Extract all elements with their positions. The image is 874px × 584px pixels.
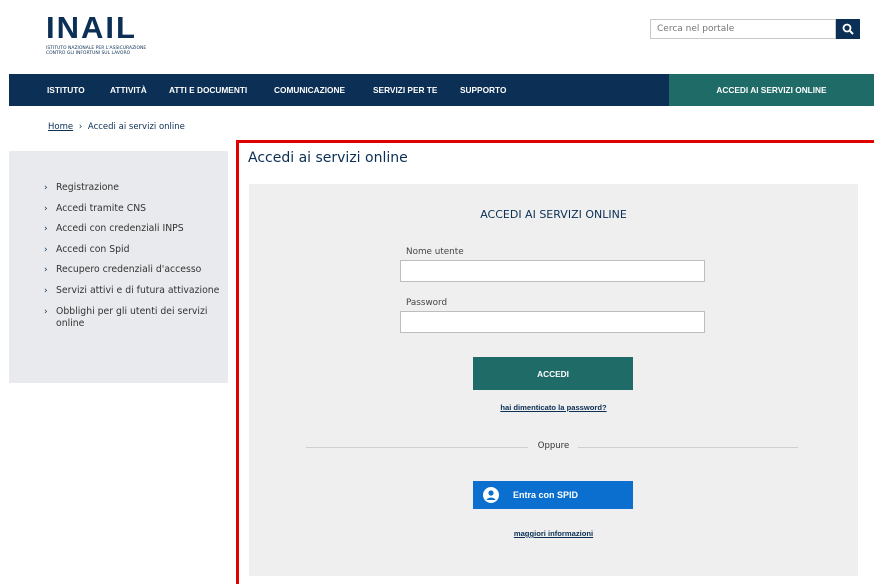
search-button[interactable] bbox=[836, 19, 860, 39]
sidebar-item-label: Recupero credenziali d'accesso bbox=[56, 264, 202, 276]
search-box bbox=[650, 19, 860, 39]
sidebar-item-label: Obblighi per gli utenti dei servizi onli… bbox=[56, 305, 208, 329]
sidebar-item-label: Registrazione bbox=[56, 182, 120, 193]
sidebar-item-registrazione[interactable]: › Registrazione bbox=[44, 182, 224, 194]
nav-item-supporto[interactable]: SUPPORTO bbox=[460, 74, 506, 106]
nav-accedi-servizi-online[interactable]: ACCEDI AI SERVIZI ONLINE bbox=[669, 74, 874, 106]
breadcrumb: Home › Accedi ai servizi online bbox=[48, 122, 185, 132]
spid-button-label: Entra con SPID bbox=[513, 490, 579, 500]
login-panel: ACCEDI AI SERVIZI ONLINE Nome utente Pas… bbox=[249, 184, 858, 576]
sidebar-item-inps[interactable]: › Accedi con credenziali INPS bbox=[44, 223, 224, 235]
nav-item-servizi-per-te[interactable]: SERVIZI PER TE bbox=[373, 74, 437, 106]
sidebar-item-servizi-attivi[interactable]: › Servizi attivi e di futura attivazione bbox=[44, 285, 224, 297]
sidebar-item-cns[interactable]: › Accedi tramite CNS bbox=[44, 203, 224, 215]
chevron-right-icon: › bbox=[44, 285, 48, 296]
page-title: Accedi ai servizi online bbox=[248, 150, 408, 166]
search-icon bbox=[842, 20, 854, 39]
sidebar-item-obblighi[interactable]: › Obblighi per gli utenti dei servizi onl… bbox=[44, 306, 224, 330]
chevron-right-icon: › bbox=[44, 306, 48, 317]
oppure-label: Oppure bbox=[537, 441, 570, 451]
chevron-right-icon: › bbox=[44, 224, 48, 235]
nav-item-attivita[interactable]: ATTIVITÀ bbox=[110, 74, 147, 106]
nav-item-comunicazione[interactable]: COMUNICAZIONE bbox=[274, 74, 345, 106]
chevron-right-icon: › bbox=[44, 244, 48, 255]
nav-item-istituto[interactable]: ISTITUTO bbox=[47, 74, 85, 106]
sidebar: › Registrazione › Accedi tramite CNS › Acce… bbox=[9, 151, 228, 383]
chevron-right-icon: › bbox=[44, 265, 48, 276]
sidebar-item-label: Accedi con Spid bbox=[56, 243, 130, 255]
search-input[interactable] bbox=[650, 19, 836, 39]
username-label: Nome utente bbox=[406, 247, 464, 257]
sidebar-item-label: Accedi con credenziali INPS bbox=[56, 223, 184, 235]
more-info-link[interactable]: maggiori informazioni bbox=[249, 529, 858, 538]
sidebar-item-label: Accedi tramite CNS bbox=[56, 202, 147, 214]
breadcrumb-home-link[interactable]: Home bbox=[48, 122, 73, 132]
spid-login-button[interactable]: Entra con SPID bbox=[473, 481, 633, 509]
password-label: Password bbox=[406, 298, 448, 308]
username-field[interactable] bbox=[400, 260, 705, 282]
chevron-right-icon: › bbox=[44, 203, 48, 214]
forgot-password-link[interactable]: hai dimenticato la password? bbox=[249, 403, 858, 412]
breadcrumb-separator: › bbox=[78, 122, 83, 132]
logo-subtitle: ISTITUTO NAZIONALE PER L'ASSICURAZIONE C… bbox=[46, 46, 147, 56]
panel-title: ACCEDI AI SERVIZI ONLINE bbox=[480, 208, 627, 221]
accedi-button[interactable]: ACCEDI bbox=[473, 357, 633, 390]
sidebar-item-spid[interactable]: › Accedi con Spid bbox=[44, 244, 224, 256]
sidebar-item-label: Servizi attivi e di futura attivazione bbox=[56, 284, 220, 296]
sidebar-list: › Registrazione › Accedi tramite CNS › Acce… bbox=[44, 182, 224, 338]
password-field[interactable] bbox=[400, 311, 705, 333]
sidebar-item-recupero[interactable]: › Recupero credenziali d'accesso bbox=[44, 264, 224, 276]
nav-item-atti-e-documenti[interactable]: ATTI E DOCUMENTI bbox=[169, 74, 247, 106]
inail-logo[interactable]: INAIL ISTITUTO NAZIONALE PER L'ASSICURAZ… bbox=[46, 12, 166, 56]
logo-wordmark: INAIL bbox=[46, 10, 137, 45]
chevron-right-icon: › bbox=[44, 183, 48, 193]
user-icon bbox=[483, 487, 499, 503]
breadcrumb-current: Accedi ai servizi online bbox=[87, 122, 185, 132]
